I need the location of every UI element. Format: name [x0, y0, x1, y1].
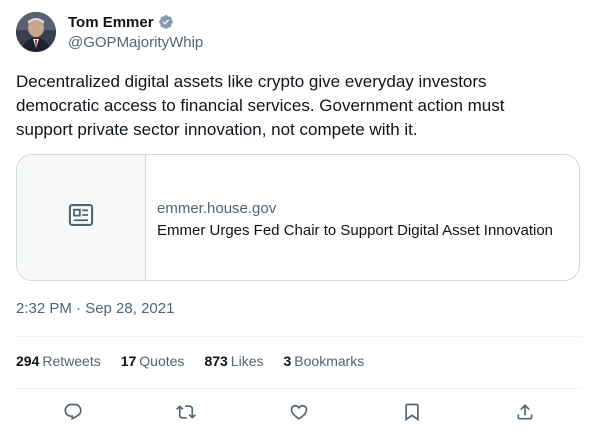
author-info: Tom Emmer @GOPMajorityWhip — [68, 12, 203, 52]
stat-quotes[interactable]: 17 Quotes — [121, 353, 185, 369]
retweet-button[interactable] — [170, 398, 202, 430]
stat-count: 873 — [204, 353, 228, 369]
bookmark-button[interactable] — [396, 398, 428, 430]
stat-label: Likes — [230, 353, 264, 369]
stat-label: Bookmarks — [294, 353, 365, 369]
action-bar — [16, 398, 582, 430]
stat-count: 3 — [283, 353, 292, 369]
handle[interactable]: @GOPMajorityWhip — [68, 34, 203, 51]
stat-retweets[interactable]: 294 Retweets — [16, 353, 101, 369]
stat-count: 294 — [16, 353, 40, 369]
card-title: Emmer Urges Fed Chair to Support Digital… — [157, 222, 554, 239]
avatar[interactable] — [16, 12, 56, 52]
stat-bookmarks[interactable]: 3 Bookmarks — [283, 353, 364, 369]
news-article-icon — [67, 201, 95, 234]
divider — [16, 336, 582, 337]
share-icon — [515, 402, 535, 427]
stat-likes[interactable]: 873 Likes — [204, 353, 263, 369]
reply-icon — [63, 402, 83, 427]
display-name[interactable]: Tom Emmer — [68, 14, 154, 31]
stat-label: Quotes — [139, 353, 185, 369]
engagement-stats: 294 Retweets 17 Quotes 873 Likes 3 Bookmarks — [16, 353, 384, 369]
card-body: emmer.house.gov Emmer Urges Fed Chair to… — [157, 199, 567, 241]
card-domain: emmer.house.gov — [157, 200, 277, 217]
bookmark-icon — [402, 402, 422, 427]
divider — [16, 388, 582, 389]
like-icon — [289, 402, 309, 427]
tweet-text: Decentralized digital assets like crypto… — [16, 72, 505, 139]
timestamp[interactable]: 2:32 PM · Sep 28, 2021 — [16, 300, 174, 317]
card-thumbnail — [17, 155, 146, 280]
share-button[interactable] — [509, 398, 541, 430]
reply-button[interactable] — [57, 398, 89, 430]
verified-badge-icon[interactable] — [158, 14, 174, 30]
like-button[interactable] — [283, 398, 315, 430]
stat-label: Retweets — [42, 353, 101, 369]
tweet: Tom Emmer @GOPMajorityWhip Decentralized… — [0, 0, 598, 437]
retweet-icon — [175, 402, 196, 427]
link-card[interactable]: emmer.house.gov Emmer Urges Fed Chair to… — [16, 154, 580, 281]
stat-count: 17 — [120, 353, 137, 369]
